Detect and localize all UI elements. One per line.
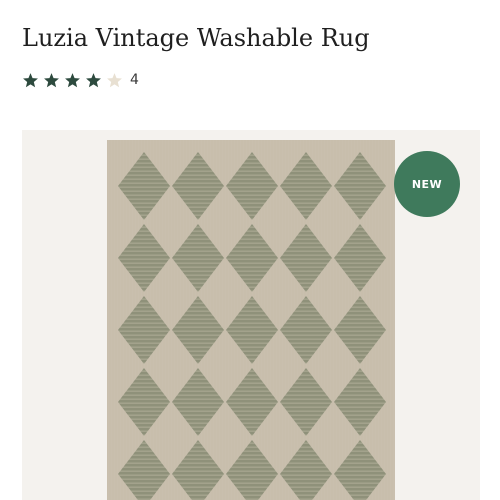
rug-image: [107, 140, 395, 500]
star-filled-icon: [65, 72, 80, 87]
product-image-container[interactable]: NEW: [22, 130, 480, 500]
review-count[interactable]: 4: [130, 72, 139, 88]
product-title: Luzia Vintage Washable Rug: [22, 24, 370, 52]
new-badge: NEW: [394, 151, 460, 217]
star-empty-icon: [107, 72, 122, 87]
star-filled-icon: [86, 72, 101, 87]
product-rating[interactable]: 4: [22, 70, 139, 90]
star-filled-icon: [44, 72, 59, 87]
rating-stars: [22, 72, 127, 89]
star-filled-icon: [23, 72, 38, 87]
